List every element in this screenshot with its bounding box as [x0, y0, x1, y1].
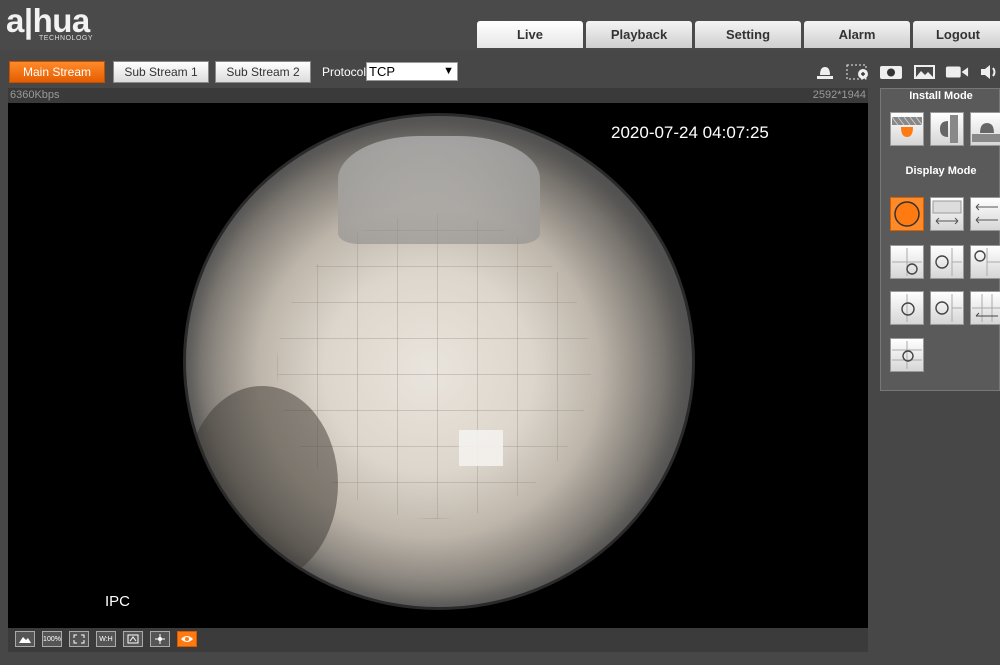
protocol-label: Protocol — [322, 65, 367, 79]
wall-mount-icon — [940, 115, 958, 143]
display-mode-title: Display Mode — [905, 165, 977, 177]
aspect-ratio-icon[interactable]: W:H — [96, 631, 116, 647]
panorama-180-icon — [932, 200, 962, 225]
header: a|hua TECHNOLOGY Live Playback Setting A… — [0, 0, 1000, 50]
layout-1p4r-icon — [972, 294, 1000, 322]
display-mode-1p3r-button[interactable] — [890, 245, 924, 279]
install-mode-title: Install Mode — [909, 90, 973, 102]
display-mode-1p3r-alt-button[interactable] — [970, 245, 1000, 279]
zoom-100-icon[interactable]: 100% — [42, 631, 62, 647]
bitrate-readout: 6360Kbps — [10, 89, 60, 101]
sub-stream-1-button[interactable]: Sub Stream 1 — [113, 61, 209, 83]
dahua-logo: a|hua TECHNOLOGY — [6, 2, 146, 46]
display-mode-quad-button[interactable] — [890, 338, 924, 372]
main-nav-tabs: Live Playback Setting Alarm Logout — [477, 21, 1000, 48]
ground-mount-button[interactable] — [970, 112, 1000, 146]
protocol-select[interactable]: TCP ▼ — [366, 62, 458, 81]
record-icon[interactable] — [945, 62, 969, 82]
triple-snapshot-icon[interactable] — [912, 62, 936, 82]
display-mode-panorama-180-button[interactable] — [930, 197, 964, 231]
zoom-region-icon[interactable] — [846, 62, 870, 82]
video-tool-icons — [813, 62, 1000, 82]
display-mode-original-button[interactable] — [890, 197, 924, 231]
fisheye-control-panel: Install Mode Display Mode — [880, 88, 1000, 391]
fullscreen-icon[interactable] — [69, 631, 89, 647]
alarm-output-icon[interactable] — [813, 62, 837, 82]
tab-logout[interactable]: Logout — [913, 21, 1000, 48]
wall-mount-button[interactable] — [930, 112, 964, 146]
live-video-view[interactable]: 2020-07-24 04:07:25 IPC — [8, 103, 868, 628]
display-mode-1r2p-button[interactable] — [890, 291, 924, 325]
ground-mount-icon — [972, 123, 1000, 142]
display-mode-1p4r-button[interactable] — [970, 291, 1000, 325]
stream-stats-bar: 6360Kbps 2592*1944 — [8, 88, 868, 103]
tab-alarm[interactable]: Alarm — [804, 21, 910, 48]
ceiling-mount-button[interactable] — [890, 112, 924, 146]
layout-quad-icon — [892, 341, 922, 369]
protocol-value: TCP — [369, 64, 395, 79]
bottom-icon-group: 100% W:H — [15, 631, 204, 647]
snapshot-icon[interactable] — [879, 62, 903, 82]
eye-icon[interactable] — [177, 631, 197, 647]
ptz-icon[interactable] — [150, 631, 170, 647]
display-mode-1r3p-button[interactable] — [930, 291, 964, 325]
video-bottom-bar: 100% W:H — [8, 628, 868, 652]
layout-1r3p-icon — [935, 294, 962, 322]
layout-2p-icon — [935, 248, 962, 276]
tab-live[interactable]: Live — [477, 21, 583, 48]
fisheye-circle-icon — [894, 201, 920, 227]
tab-setting[interactable]: Setting — [695, 21, 801, 48]
display-mode-panorama-360-button[interactable] — [970, 197, 1000, 231]
logo-sub-text: TECHNOLOGY — [39, 35, 94, 42]
fisheye-image — [186, 116, 692, 607]
stream-toolbar: Main Stream Sub Stream 1 Sub Stream 2 Pr… — [0, 52, 1000, 88]
fluency-icon[interactable] — [123, 631, 143, 647]
layout-1r2p-icon — [901, 294, 915, 322]
fisheye-ceiling-light — [459, 430, 504, 467]
main-stream-button[interactable]: Main Stream — [9, 61, 105, 83]
tab-playback[interactable]: Playback — [586, 21, 692, 48]
fisheye-wall-region — [186, 386, 338, 583]
display-mode-2p-button[interactable] — [930, 245, 964, 279]
chevron-down-icon: ▼ — [443, 65, 454, 77]
layout-1p3r-icon — [892, 248, 922, 276]
channel-label: IPC — [105, 593, 131, 610]
audio-icon[interactable] — [978, 62, 1000, 82]
video-timestamp: 2020-07-24 04:07:25 — [611, 123, 769, 142]
sub-stream-2-button[interactable]: Sub Stream 2 — [215, 61, 311, 83]
layout-1p3r-alt-icon — [974, 248, 1000, 276]
original-size-icon[interactable] — [15, 631, 35, 647]
resolution-readout: 2592*1944 — [812, 89, 866, 101]
ceiling-mount-icon — [892, 116, 922, 137]
panorama-360-icon — [975, 203, 998, 224]
